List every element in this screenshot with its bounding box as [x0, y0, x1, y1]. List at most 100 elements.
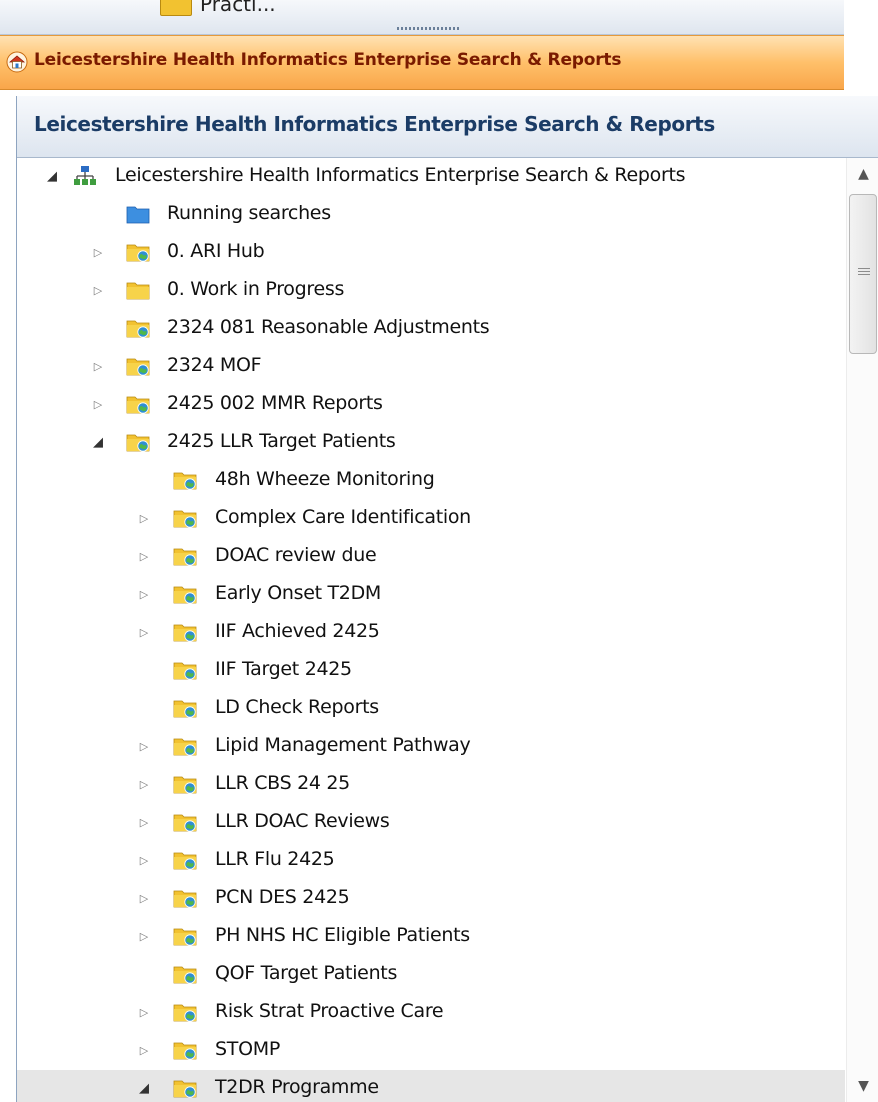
shared-folder-icon — [173, 662, 197, 680]
tree-item[interactable]: IIF Target 2425 — [17, 652, 845, 690]
expand-arrow-icon[interactable]: ▷ — [137, 585, 151, 605]
tree-item[interactable]: ▷ 0. ARI Hub — [17, 234, 845, 272]
collapse-arrow-icon[interactable]: ◢ — [45, 167, 59, 187]
expand-arrow-icon[interactable]: ▷ — [137, 927, 151, 947]
shared-folder-icon — [173, 510, 197, 528]
tree-item-label: 0. ARI Hub — [167, 240, 265, 262]
expand-arrow-icon[interactable]: ▷ — [91, 243, 105, 263]
tree-item[interactable]: 2324 081 Reasonable Adjustments — [17, 310, 845, 348]
shared-folder-icon — [173, 700, 197, 718]
expand-arrow-icon[interactable]: ▷ — [137, 851, 151, 871]
report-tree[interactable]: ◢ Leicestershire Health Informatics Enter… — [17, 158, 845, 1102]
blue-folder-icon — [126, 206, 150, 224]
scroll-thumb[interactable] — [849, 194, 877, 354]
tree-item[interactable]: ◢ 2425 LLR Target Patients — [17, 424, 845, 462]
tree-item[interactable]: ▷ LLR Flu 2425 — [17, 842, 845, 880]
tree-item-label: Risk Strat Proactive Care — [215, 1000, 444, 1022]
vertical-scrollbar[interactable]: ▲ ▼ — [846, 158, 878, 1102]
tree-item-label: 2425 LLR Target Patients — [167, 430, 396, 452]
tree-item-label: 0. Work in Progress — [167, 278, 345, 300]
tree-item[interactable]: ▷ LLR CBS 24 25 — [17, 766, 845, 804]
splitter-grip[interactable] — [397, 27, 459, 30]
tree-item[interactable]: ▷ STOMP — [17, 1032, 845, 1070]
expand-arrow-icon[interactable]: ▷ — [137, 623, 151, 643]
tree-item[interactable]: LD Check Reports — [17, 690, 845, 728]
tree-item-label: LLR Flu 2425 — [215, 848, 335, 870]
tree-item[interactable]: ▷ PH NHS HC Eligible Patients — [17, 918, 845, 956]
shared-folder-icon — [126, 434, 150, 452]
hierarchy-icon — [74, 166, 96, 185]
tree-item-label: 48h Wheeze Monitoring — [215, 468, 435, 490]
tree-item[interactable]: ▷ Risk Strat Proactive Care — [17, 994, 845, 1032]
tree-item-label: IIF Achieved 2425 — [215, 620, 380, 642]
expand-arrow-icon[interactable]: ▷ — [137, 509, 151, 529]
tree-item[interactable]: ▷ PCN DES 2425 — [17, 880, 845, 918]
tree-item-label: LLR DOAC Reviews — [215, 810, 390, 832]
tree-item-label: Lipid Management Pathway — [215, 734, 471, 756]
collapse-arrow-icon[interactable]: ◢ — [137, 1079, 151, 1099]
tree-item[interactable]: Running searches — [17, 196, 845, 234]
expand-arrow-icon[interactable]: ▷ — [137, 1003, 151, 1023]
partial-tree-label: Practi... — [200, 0, 276, 16]
scroll-up-icon[interactable]: ▲ — [847, 160, 878, 188]
tree-item-label: Leicestershire Health Informatics Enterp… — [115, 164, 686, 186]
expand-arrow-icon[interactable]: ▷ — [91, 395, 105, 415]
tree-item-label: Early Onset T2DM — [215, 582, 382, 604]
tree-item[interactable]: QOF Target Patients — [17, 956, 845, 994]
tree-item-label: 2425 002 MMR Reports — [167, 392, 383, 414]
shared-folder-icon — [173, 776, 197, 794]
app-title: Leicestershire Health Informatics Enterp… — [34, 50, 622, 70]
tree-item-label: LLR CBS 24 25 — [215, 772, 350, 794]
shared-folder-icon — [173, 586, 197, 604]
tree-item[interactable]: ▷ IIF Achieved 2425 — [17, 614, 845, 652]
shared-folder-icon — [173, 472, 197, 490]
expand-arrow-icon[interactable]: ▷ — [137, 737, 151, 757]
shared-folder-icon — [173, 1042, 197, 1060]
expand-arrow-icon[interactable]: ▷ — [91, 281, 105, 301]
shared-folder-icon — [173, 738, 197, 756]
tree-item[interactable]: ▷ Complex Care Identification — [17, 500, 845, 538]
tree-item[interactable]: ▷ DOAC review due — [17, 538, 845, 576]
shared-folder-icon — [173, 814, 197, 832]
expand-arrow-icon[interactable]: ▷ — [91, 357, 105, 377]
expand-arrow-icon[interactable]: ▷ — [137, 813, 151, 833]
tree-item-label: STOMP — [215, 1038, 280, 1060]
tree-item[interactable]: ▷ 0. Work in Progress — [17, 272, 845, 310]
top-pane-strip: Practi... — [0, 0, 844, 35]
tree-item[interactable]: ◢ T2DR Programme — [17, 1070, 845, 1102]
app-navigation-bar[interactable]: Leicestershire Health Informatics Enterp… — [0, 35, 844, 90]
window-edge — [844, 0, 878, 96]
shared-folder-icon — [173, 624, 197, 642]
scroll-down-icon[interactable]: ▼ — [847, 1072, 878, 1100]
tree-item[interactable]: 48h Wheeze Monitoring — [17, 462, 845, 500]
collapse-arrow-icon[interactable]: ◢ — [91, 433, 105, 453]
expand-arrow-icon[interactable]: ▷ — [137, 889, 151, 909]
tree-item-label: T2DR Programme — [215, 1076, 379, 1098]
tree-item[interactable]: ◢ Leicestershire Health Informatics Enter… — [17, 158, 845, 196]
shared-folder-icon — [173, 852, 197, 870]
tree-item-label: IIF Target 2425 — [215, 658, 352, 680]
tree-item[interactable]: ▷ Lipid Management Pathway — [17, 728, 845, 766]
grip-icon — [858, 268, 870, 277]
tree-item[interactable]: ▷ LLR DOAC Reviews — [17, 804, 845, 842]
shared-folder-icon — [126, 244, 150, 262]
tree-item[interactable]: ▷ 2324 MOF — [17, 348, 845, 386]
tree-item-label: Running searches — [167, 202, 331, 224]
panel-title: Leicestershire Health Informatics Enterp… — [34, 112, 715, 136]
shared-folder-icon — [173, 890, 197, 908]
shared-folder-icon — [173, 1080, 197, 1098]
panel-header: Leicestershire Health Informatics Enterp… — [17, 96, 878, 158]
shared-folder-icon — [173, 548, 197, 566]
home-icon — [6, 51, 28, 73]
shared-folder-icon — [173, 928, 197, 946]
search-reports-panel: Leicestershire Health Informatics Enterp… — [16, 96, 878, 1102]
expand-arrow-icon[interactable]: ▷ — [137, 775, 151, 795]
expand-arrow-icon[interactable]: ▷ — [137, 1041, 151, 1061]
tree-item[interactable]: ▷ 2425 002 MMR Reports — [17, 386, 845, 424]
tree-item-label: 2324 081 Reasonable Adjustments — [167, 316, 490, 338]
tree-item[interactable]: ▷ Early Onset T2DM — [17, 576, 845, 614]
expand-arrow-icon[interactable]: ▷ — [137, 547, 151, 567]
tree-item-label: PCN DES 2425 — [215, 886, 350, 908]
shared-folder-icon — [126, 320, 150, 338]
tree-item-label: 2324 MOF — [167, 354, 262, 376]
